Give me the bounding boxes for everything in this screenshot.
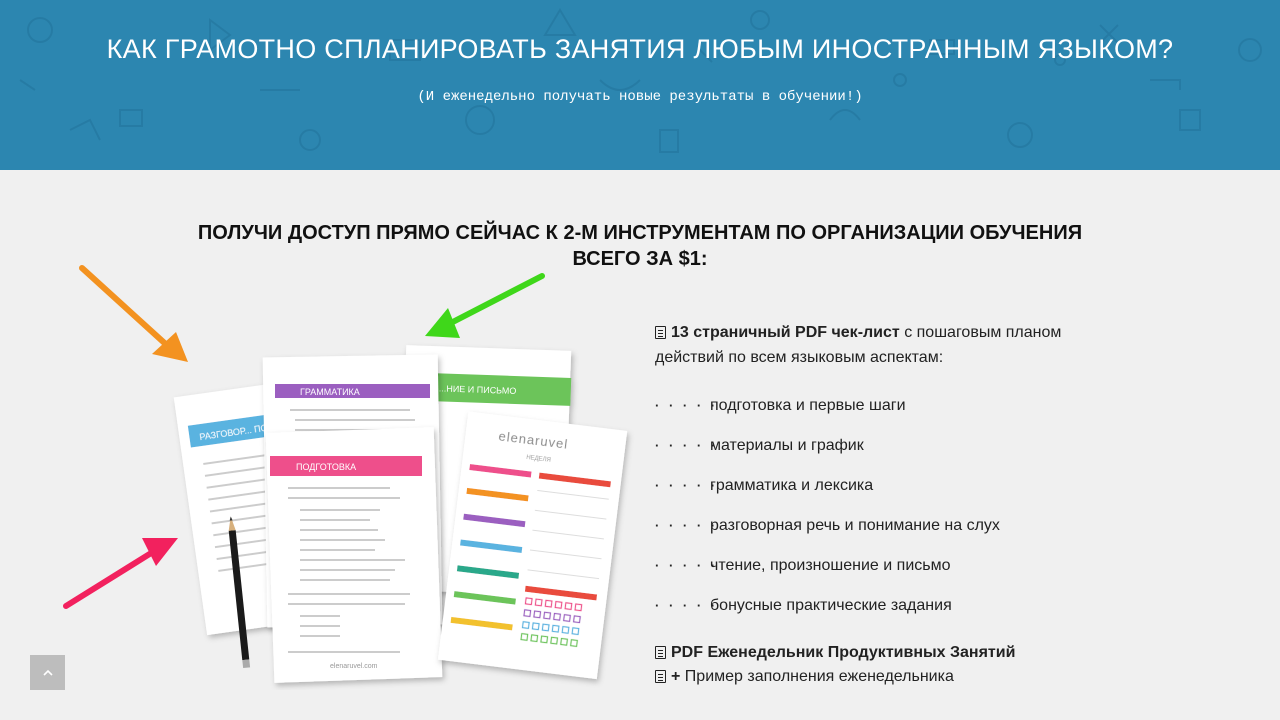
- list-item: · · · · · материалы и график: [655, 434, 1000, 474]
- offer-item-planner-title: PDF Еженедельник Продуктивных Занятий: [671, 644, 1016, 661]
- plus-sign: +: [671, 668, 681, 685]
- bullet-dots-icon: · · · · ·: [655, 558, 719, 573]
- list-item: · · · · · грамматика и лексика: [655, 474, 1000, 514]
- offer-list: 13 страничный PDF чек-лист с пошаговым п…: [655, 320, 1115, 685]
- bullet-dots-icon: · · · · ·: [655, 398, 719, 413]
- file-text-icon: [655, 326, 666, 339]
- list-item: · · · · · подготовка и первые шаги: [655, 394, 1000, 434]
- offer-item-example-title: Пример заполнения еженедельника: [680, 668, 954, 685]
- aspect-list: · · · · · подготовка и первые шаги · · · …: [655, 394, 1000, 634]
- file-text-icon: [655, 670, 666, 683]
- product-mockup-image: РАЗГОВОР... ПОНИМАНИ... ...НИЕ И ПИСЬМО …: [63, 265, 628, 683]
- sheet-planner: elenaruvel НЕДЕЛЯ: [437, 411, 628, 680]
- chevron-up-icon: [42, 669, 53, 676]
- aspect-label: чтение, произношение и письмо: [710, 557, 951, 574]
- aspect-label: грамматика и лексика: [710, 477, 874, 494]
- list-item: · · · · · разговорная речь и понимание на…: [655, 514, 1000, 554]
- pink-arrow-icon: [63, 538, 178, 609]
- list-item: · · · · · бонусные практические задания: [655, 594, 1000, 634]
- page-title: КАК ГРАМОТНО СПЛАНИРОВАТЬ ЗАНЯТИЯ ЛЮБЫМ …: [106, 34, 1174, 64]
- page-subtitle: (И еженедельно получать новые результаты…: [417, 89, 863, 105]
- offer-item-example: + Пример заполнения еженедельника: [655, 668, 954, 686]
- bullet-dots-icon: · · · · ·: [655, 598, 719, 613]
- sheet-prep-site: elenaruvel.com: [330, 663, 378, 670]
- bullet-dots-icon: · · · · ·: [655, 518, 719, 533]
- aspect-label: бонусные практические задания: [710, 597, 952, 614]
- offer-headline-line1: ПОЛУЧИ ДОСТУП ПРЯМО СЕЙЧАС К 2-М ИНСТРУМ…: [197, 222, 1083, 244]
- scroll-to-top-button[interactable]: [30, 655, 65, 690]
- sheet-preparation: ПОДГОТОВКА elenaruvel.com: [265, 427, 443, 683]
- bullet-dots-icon: · · · · ·: [655, 438, 719, 453]
- sheet-grammar-title: ГРАММАТИКА: [300, 387, 360, 397]
- offer-item-checklist-title: 13 страничный PDF чек-лист: [671, 324, 900, 341]
- offer-item-checklist: 13 страничный PDF чек-лист с пошаговым п…: [655, 320, 1115, 370]
- file-text-icon: [655, 646, 666, 659]
- aspect-label: материалы и график: [710, 437, 864, 454]
- bullet-dots-icon: · · · · ·: [655, 478, 719, 493]
- hero-doodle-pattern: [19, 8, 1262, 153]
- aspect-label: разговорная речь и понимание на слух: [710, 517, 1000, 534]
- orange-arrow-icon: [79, 265, 188, 362]
- sheet-prep-title: ПОДГОТОВКА: [296, 462, 356, 472]
- green-arrow-icon: [425, 273, 545, 338]
- offer-item-planner: PDF Еженедельник Продуктивных Занятий: [655, 644, 1015, 662]
- aspect-label: подготовка и первые шаги: [710, 397, 906, 414]
- hero-banner: КАК ГРАМОТНО СПЛАНИРОВАТЬ ЗАНЯТИЯ ЛЮБЫМ …: [0, 0, 1280, 170]
- list-item: · · · · · чтение, произношение и письмо: [655, 554, 1000, 594]
